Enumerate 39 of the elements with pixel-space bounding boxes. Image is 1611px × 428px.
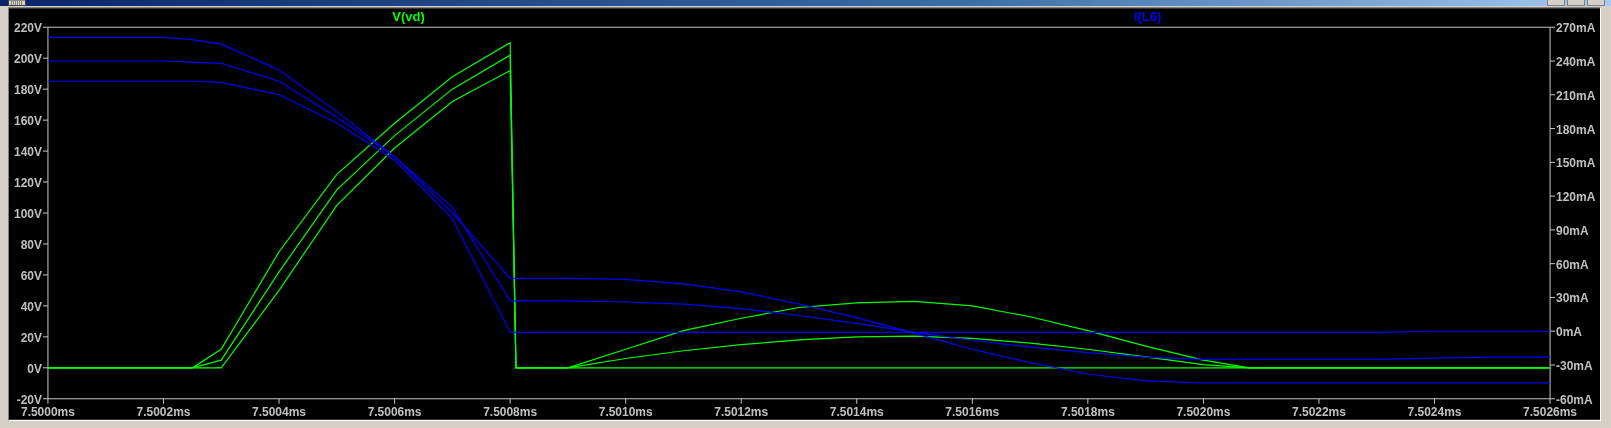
y-tick-label: -20V bbox=[16, 392, 42, 407]
y-tick-label: -30mA bbox=[1556, 359, 1593, 373]
y-tick-label: 80V bbox=[20, 237, 42, 252]
x-tick-label: 7.5008ms bbox=[483, 404, 538, 419]
y-tick-label: 120V bbox=[14, 176, 42, 191]
y-tick-label: 140V bbox=[14, 145, 42, 160]
x-tick-label: 7.5026ms bbox=[1523, 404, 1577, 419]
y-tick-label: 0mA bbox=[1556, 325, 1582, 340]
x-tick-label: 7.5004ms bbox=[252, 404, 306, 419]
x-tick-label: 7.5012ms bbox=[714, 404, 769, 419]
x-tick-label: 7.5024ms bbox=[1407, 404, 1462, 419]
y-tick-label: 0V bbox=[27, 361, 42, 376]
y-tick-label: 30mA bbox=[1556, 291, 1589, 306]
y-tick-label: 220V bbox=[14, 21, 42, 36]
y-tick-label: 120mA bbox=[1556, 190, 1596, 205]
x-tick-label: 7.5014ms bbox=[829, 404, 884, 419]
y-tick-label: 90mA bbox=[1556, 223, 1589, 238]
x-tick-label: 7.5000ms bbox=[21, 404, 75, 419]
y-tick-label: 100V bbox=[14, 207, 42, 221]
y-tick-label: 180mA bbox=[1556, 122, 1596, 137]
y-tick-label: 150mA bbox=[1556, 156, 1596, 171]
y-tick-label: 60mA bbox=[1556, 257, 1589, 272]
y-tick-label: 40V bbox=[20, 299, 42, 314]
y-tick-label: 240mA bbox=[1556, 55, 1596, 69]
y-tick-label: 210mA bbox=[1556, 88, 1596, 103]
y-tick-label: 200V bbox=[14, 52, 42, 67]
y-tick-label: 160V bbox=[14, 114, 42, 129]
x-tick-label: 7.5018ms bbox=[1060, 404, 1115, 419]
x-tick-label: 7.5016ms bbox=[945, 404, 1000, 419]
x-tick-label: 7.5002ms bbox=[136, 404, 191, 419]
x-tick-label: 7.5006ms bbox=[367, 404, 422, 419]
y-tick-label: 60V bbox=[20, 268, 42, 283]
x-tick-label: 7.5010ms bbox=[598, 404, 653, 419]
y-tick-label: 180V bbox=[14, 83, 42, 98]
x-tick-label: 7.5020ms bbox=[1176, 404, 1231, 419]
y-tick-label: 20V bbox=[20, 330, 42, 345]
y-tick-label: 270mA bbox=[1556, 21, 1596, 36]
y-tick-label: -60mA bbox=[1556, 392, 1593, 407]
x-tick-label: 7.5022ms bbox=[1292, 404, 1346, 419]
